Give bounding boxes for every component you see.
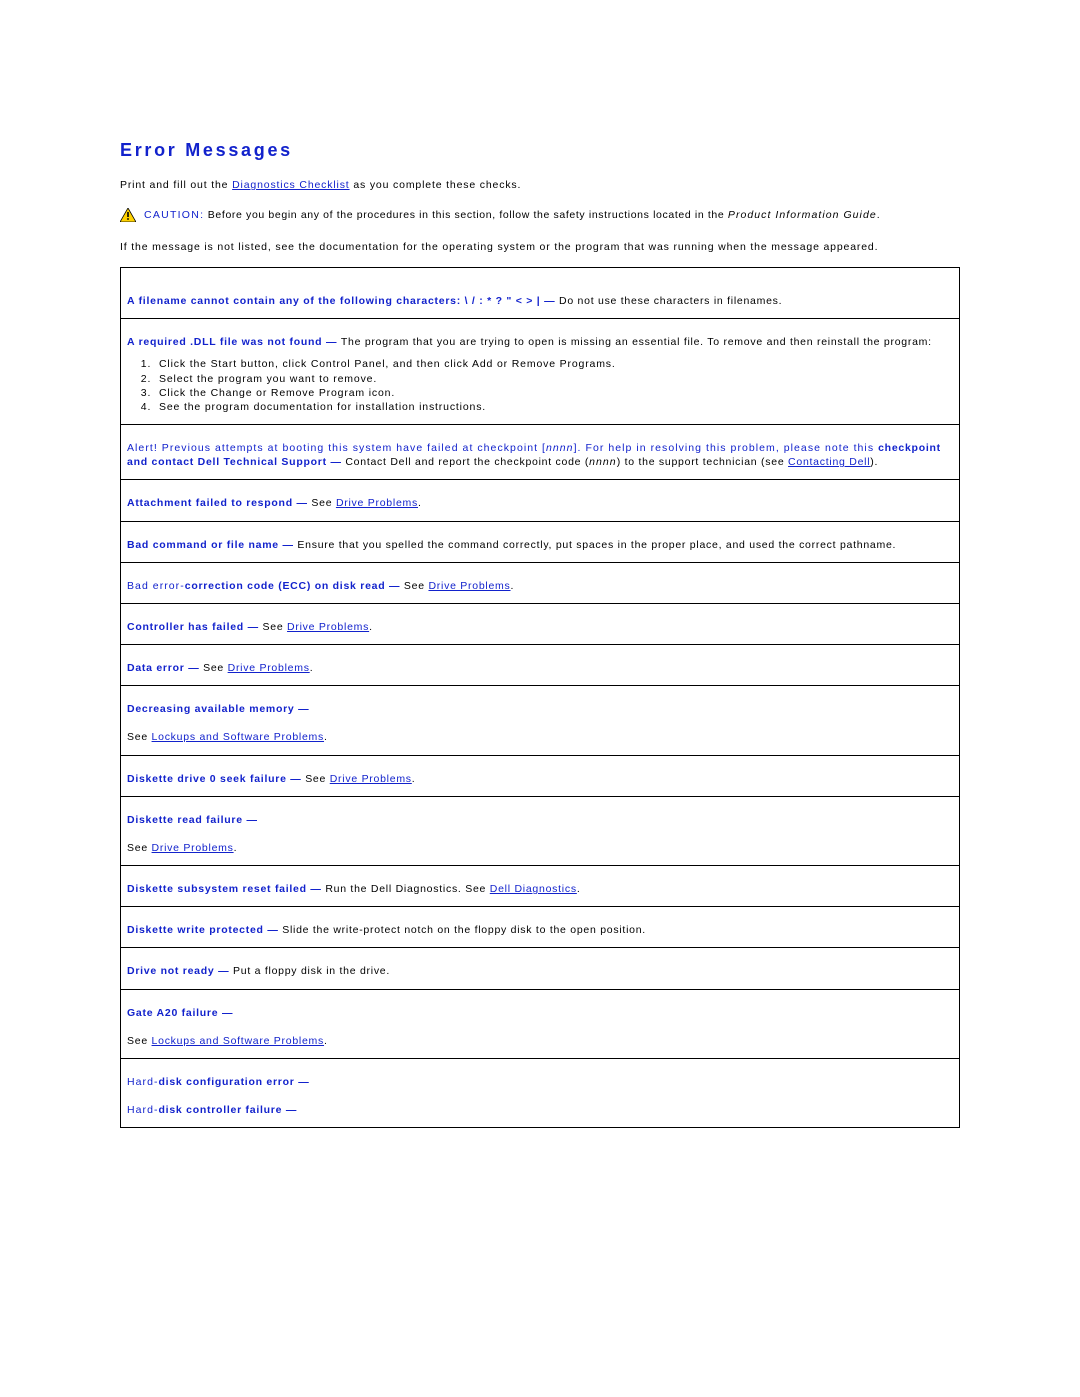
- table-row: Bad command or file name — Ensure that y…: [121, 521, 960, 562]
- table-row: Controller has failed — See Drive Proble…: [121, 603, 960, 644]
- msg-see: See: [127, 731, 152, 743]
- drive-problems-link[interactable]: Drive Problems: [228, 662, 310, 674]
- table-row: Hard-disk configuration error — Hard-dis…: [121, 1058, 960, 1127]
- msg-head: Diskette subsystem reset failed —: [127, 883, 325, 895]
- caution-notice: CAUTION: Before you begin any of the pro…: [120, 209, 960, 225]
- error-messages-table: A filename cannot contain any of the fol…: [120, 267, 960, 1128]
- lockups-link[interactable]: Lockups and Software Problems: [152, 1035, 324, 1047]
- drive-problems-link[interactable]: Drive Problems: [287, 621, 369, 633]
- msg-body: Do not use these characters in filenames…: [559, 295, 782, 307]
- msg-body: Contact Dell and report the checkpoint c…: [345, 456, 589, 468]
- table-row: Diskette write protected — Slide the wri…: [121, 907, 960, 948]
- list-item: Click the Start button, click Control Pa…: [155, 357, 953, 371]
- msg-post: .: [412, 773, 416, 785]
- table-row: Decreasing available memory — See Lockup…: [121, 686, 960, 755]
- page-content: Error Messages Print and fill out the Di…: [0, 0, 1080, 1168]
- msg-post: .: [418, 497, 422, 509]
- msg-body: ).: [870, 456, 878, 468]
- table-row: Bad error-correction code (ECC) on disk …: [121, 562, 960, 603]
- table-row: A filename cannot contain any of the fol…: [121, 268, 960, 319]
- msg-head: correction code (ECC) on disk read —: [185, 580, 404, 592]
- msg-post: .: [234, 842, 238, 854]
- msg-see: See: [127, 1035, 152, 1047]
- msg-see: See: [263, 621, 288, 633]
- msg-body: The program that you are trying to open …: [341, 336, 932, 348]
- caution-text: CAUTION: Before you begin any of the pro…: [144, 209, 880, 221]
- caution-icon: [120, 208, 136, 225]
- msg-head: Diskette write protected —: [127, 924, 282, 936]
- intro-paragraph: Print and fill out the Diagnostics Check…: [120, 179, 960, 191]
- msg-body-italic: nnnn: [589, 456, 617, 468]
- caution-body-2: .: [877, 209, 881, 221]
- msg-post: .: [369, 621, 373, 633]
- msg-post: .: [577, 883, 581, 895]
- table-row: Alert! Previous attempts at booting this…: [121, 425, 960, 480]
- msg-head-plain: Hard-: [127, 1104, 159, 1116]
- msg-head-italic: nnnn: [546, 442, 574, 454]
- msg-see: See: [305, 773, 330, 785]
- msg-head: disk configuration error —: [159, 1076, 310, 1088]
- msg-extra: See Lockups and Software Problems.: [127, 1034, 953, 1048]
- drive-problems-link[interactable]: Drive Problems: [330, 773, 412, 785]
- msg-head-plain: Bad error-: [127, 580, 185, 592]
- not-listed-note: If the message is not listed, see the do…: [120, 241, 960, 253]
- msg-head-plain: ]. For help in resolving this problem, p…: [574, 442, 879, 454]
- msg-extra: Hard-disk controller failure —: [127, 1103, 953, 1117]
- msg-extra: See Lockups and Software Problems.: [127, 730, 953, 744]
- dll-steps: Click the Start button, click Control Pa…: [127, 357, 953, 414]
- table-row: Diskette read failure — See Drive Proble…: [121, 796, 960, 865]
- msg-see: See: [404, 580, 429, 592]
- msg-head: Drive not ready —: [127, 965, 233, 977]
- caution-label: CAUTION:: [144, 209, 204, 221]
- msg-body: Put a floppy disk in the drive.: [233, 965, 390, 977]
- table-row: Diskette subsystem reset failed — Run th…: [121, 866, 960, 907]
- msg-body: ) to the support technician (see: [617, 456, 788, 468]
- dell-diagnostics-link[interactable]: Dell Diagnostics: [490, 883, 577, 895]
- msg-head: Diskette drive 0 seek failure —: [127, 773, 305, 785]
- msg-see: See: [311, 497, 336, 509]
- msg-post: .: [310, 662, 314, 674]
- msg-post: .: [324, 1035, 328, 1047]
- msg-body: Run the Dell Diagnostics. See: [325, 883, 489, 895]
- msg-head: Diskette read failure —: [127, 814, 258, 826]
- caution-body-1: Before you begin any of the procedures i…: [204, 209, 728, 221]
- msg-body: Ensure that you spelled the command corr…: [297, 539, 896, 551]
- list-item: Click the Change or Remove Program icon.: [155, 386, 953, 400]
- lockups-link[interactable]: Lockups and Software Problems: [152, 731, 324, 743]
- drive-problems-link[interactable]: Drive Problems: [428, 580, 510, 592]
- msg-head: disk controller failure —: [159, 1104, 298, 1116]
- msg-head: Bad command or file name —: [127, 539, 297, 551]
- msg-extra: See Drive Problems.: [127, 841, 953, 855]
- msg-head: A required .DLL file was not found —: [127, 336, 341, 348]
- table-row: Drive not ready — Put a floppy disk in t…: [121, 948, 960, 989]
- msg-post: .: [324, 731, 328, 743]
- table-row: Gate A20 failure — See Lockups and Softw…: [121, 989, 960, 1058]
- table-row: A required .DLL file was not found — The…: [121, 319, 960, 425]
- msg-head-plain: Alert! Previous attempts at booting this…: [127, 442, 546, 454]
- drive-problems-link[interactable]: Drive Problems: [336, 497, 418, 509]
- table-row: Diskette drive 0 seek failure — See Driv…: [121, 755, 960, 796]
- msg-head: Decreasing available memory —: [127, 703, 309, 715]
- contacting-dell-link[interactable]: Contacting Dell: [788, 456, 870, 468]
- msg-post: .: [511, 580, 515, 592]
- drive-problems-link[interactable]: Drive Problems: [152, 842, 234, 854]
- msg-body: Slide the write-protect notch on the flo…: [282, 924, 646, 936]
- caution-italic: Product Information Guide: [728, 209, 877, 221]
- msg-head-plain: Hard-: [127, 1076, 159, 1088]
- intro-post: as you complete these checks.: [350, 179, 522, 191]
- msg-head: Gate A20 failure —: [127, 1007, 233, 1019]
- table-row: Data error — See Drive Problems.: [121, 645, 960, 686]
- intro-pre: Print and fill out the: [120, 179, 232, 191]
- msg-head: Data error —: [127, 662, 203, 674]
- page-title: Error Messages: [120, 140, 960, 161]
- table-row: Attachment failed to respond — See Drive…: [121, 480, 960, 521]
- list-item: Select the program you want to remove.: [155, 372, 953, 386]
- msg-see: See: [127, 842, 152, 854]
- msg-head: Controller has failed —: [127, 621, 263, 633]
- list-item: See the program documentation for instal…: [155, 400, 953, 414]
- msg-see: See: [203, 662, 228, 674]
- diagnostics-checklist-link[interactable]: Diagnostics Checklist: [232, 179, 349, 191]
- msg-head: A filename cannot contain any of the fol…: [127, 295, 559, 307]
- msg-head: Attachment failed to respond —: [127, 497, 311, 509]
